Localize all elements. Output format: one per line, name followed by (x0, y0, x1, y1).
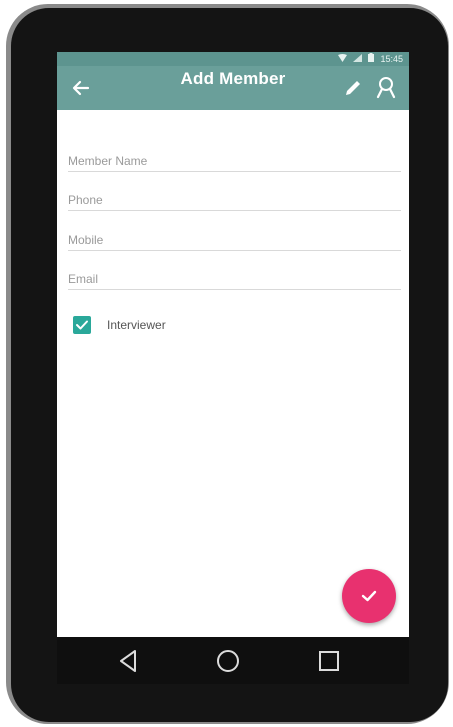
nav-home-circle-icon[interactable] (214, 647, 242, 675)
member-name-input[interactable] (68, 154, 401, 168)
app-toolbar: Add Member (57, 66, 409, 110)
status-bar: 15:45 (57, 52, 409, 66)
mobile-input[interactable] (68, 233, 401, 247)
nav-back-triangle-icon[interactable] (115, 647, 143, 675)
ribbon-badge-icon[interactable] (375, 75, 397, 101)
status-time: 15:45 (380, 54, 403, 64)
pencil-icon[interactable] (342, 77, 364, 99)
wifi-icon (338, 53, 348, 65)
interviewer-option: Interviewer (73, 314, 166, 336)
interviewer-label: Interviewer (107, 318, 166, 332)
email-input[interactable] (68, 272, 401, 286)
system-navigation-bar (57, 637, 409, 684)
phone-field[interactable] (68, 180, 401, 211)
interviewer-checkbox[interactable] (73, 316, 91, 334)
app-screen: 15:45 Add Member Member Name Phone Mobil… (57, 52, 409, 637)
phone-input[interactable] (68, 193, 401, 207)
mobile-field[interactable] (68, 220, 401, 251)
signal-icon (353, 53, 363, 65)
check-mark-icon (76, 320, 88, 330)
nav-recents-square-icon[interactable] (315, 647, 343, 675)
save-fab-button[interactable] (342, 569, 396, 623)
member-name-field[interactable] (68, 141, 401, 172)
check-icon (361, 590, 377, 602)
email-field[interactable] (68, 259, 401, 290)
battery-icon (368, 53, 375, 65)
